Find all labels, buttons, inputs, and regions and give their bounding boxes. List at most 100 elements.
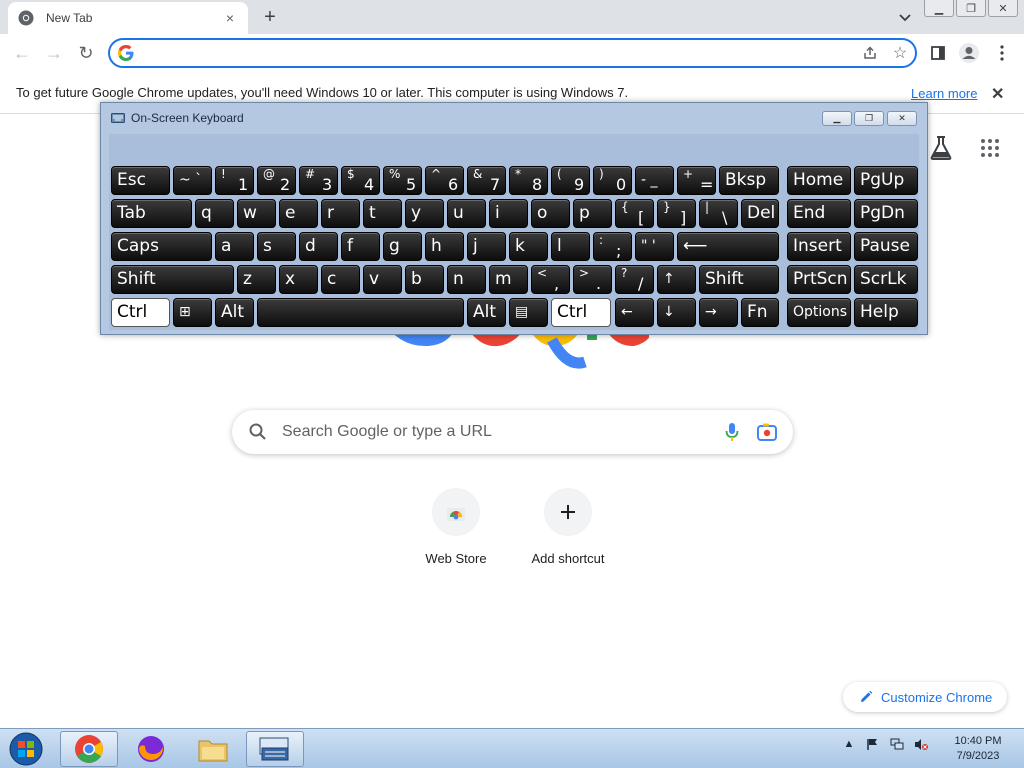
taskbar-firefox[interactable]	[122, 731, 180, 767]
key-7[interactable]: & 7	[467, 166, 506, 195]
key-backspace[interactable]: Bksp	[719, 166, 779, 195]
key-l[interactable]: l	[551, 232, 590, 261]
key-q[interactable]: q	[195, 199, 234, 228]
key-s[interactable]: s	[257, 232, 296, 261]
customize-chrome-button[interactable]: Customize Chrome	[843, 682, 1007, 712]
key-e[interactable]: e	[279, 199, 318, 228]
close-tab-icon[interactable]: ×	[222, 10, 238, 26]
key-1[interactable]: ! 1	[215, 166, 254, 195]
taskbar-on-screen-keyboard[interactable]	[246, 731, 304, 767]
key-quote[interactable]: " '	[635, 232, 674, 261]
chevron-down-icon[interactable]	[896, 8, 914, 26]
labs-flask-icon[interactable]	[929, 135, 953, 161]
key-2[interactable]: @2	[257, 166, 296, 195]
key-tilde[interactable]: ~ `	[173, 166, 212, 195]
omnibox[interactable]: ☆	[108, 38, 917, 68]
key-m[interactable]: m	[489, 265, 528, 294]
minimize-window-button[interactable]: ▁	[924, 0, 954, 17]
key-windows[interactable]: ⊞	[173, 298, 212, 327]
key-backslash[interactable]: | \	[699, 199, 738, 228]
key-0[interactable]: ) 0	[593, 166, 632, 195]
key-c[interactable]: c	[321, 265, 360, 294]
key-pgup[interactable]: PgUp	[854, 166, 918, 195]
back-arrow-icon[interactable]: ←	[11, 42, 33, 64]
key-equal[interactable]: + =	[677, 166, 716, 195]
key-home[interactable]: Home	[787, 166, 851, 195]
share-icon[interactable]	[855, 40, 885, 66]
lens-camera-icon[interactable]	[757, 423, 777, 441]
bookmark-star-icon[interactable]: ☆	[885, 40, 915, 66]
ntp-search-box[interactable]	[232, 410, 793, 454]
taskbar-clock[interactable]: 10:40 PM 7/9/2023	[938, 734, 1018, 764]
kebab-menu-icon[interactable]	[991, 42, 1013, 64]
key-left-bracket[interactable]: {[	[615, 199, 654, 228]
taskbar-chrome[interactable]	[60, 731, 118, 767]
key-menu[interactable]: ▤	[509, 298, 548, 327]
key-j[interactable]: j	[467, 232, 506, 261]
key-z[interactable]: z	[237, 265, 276, 294]
osk-restore-button[interactable]: ❐	[854, 111, 884, 126]
key-p[interactable]: p	[573, 199, 612, 228]
key-del[interactable]: Del	[741, 199, 779, 228]
forward-arrow-icon[interactable]: →	[43, 42, 65, 64]
key-3[interactable]: #3	[299, 166, 338, 195]
key-6[interactable]: ^ 6	[425, 166, 464, 195]
key-a[interactable]: a	[215, 232, 254, 261]
key-d[interactable]: d	[299, 232, 338, 261]
tab-new-tab[interactable]: New Tab ×	[8, 2, 248, 34]
close-icon[interactable]: ✕	[991, 84, 1004, 104]
osk-close-button[interactable]: ✕	[887, 111, 917, 126]
key-x[interactable]: x	[279, 265, 318, 294]
key-v[interactable]: v	[363, 265, 402, 294]
key-pause[interactable]: Pause	[854, 232, 918, 261]
key-down-arrow[interactable]: ↓	[657, 298, 696, 327]
key-left-arrow[interactable]: ←	[615, 298, 654, 327]
key-n[interactable]: n	[447, 265, 486, 294]
learn-more-link[interactable]: Learn more	[911, 86, 977, 101]
reload-icon[interactable]: ↻	[75, 42, 97, 64]
key-alt-right[interactable]: Alt	[467, 298, 506, 327]
key-up-arrow[interactable]: ↑	[657, 265, 696, 294]
taskbar-file-explorer[interactable]	[184, 731, 242, 767]
key-9[interactable]: (9	[551, 166, 590, 195]
key-i[interactable]: i	[489, 199, 528, 228]
action-center-flag-icon[interactable]	[866, 737, 880, 751]
key-pgdn[interactable]: PgDn	[854, 199, 918, 228]
google-apps-icon[interactable]	[981, 139, 999, 157]
show-hidden-icons-icon[interactable]: ▲	[842, 737, 856, 751]
profile-avatar-icon[interactable]	[958, 42, 980, 64]
close-window-button[interactable]: ✕	[988, 0, 1018, 17]
osk-minimize-button[interactable]: ▁	[822, 111, 852, 126]
key-k[interactable]: k	[509, 232, 548, 261]
key-b[interactable]: b	[405, 265, 444, 294]
key-esc[interactable]: Esc	[111, 166, 170, 195]
key-alt-left[interactable]: Alt	[215, 298, 254, 327]
key-minus[interactable]: - _	[635, 166, 674, 195]
key-caps[interactable]: Caps	[111, 232, 212, 261]
key-shift-right[interactable]: Shift	[699, 265, 779, 294]
key-t[interactable]: t	[363, 199, 402, 228]
key-shift-left[interactable]: Shift	[111, 265, 234, 294]
key-right-arrow[interactable]: →	[699, 298, 738, 327]
network-icon[interactable]	[890, 737, 904, 751]
key-semicolon[interactable]: :;	[593, 232, 632, 261]
key-g[interactable]: g	[383, 232, 422, 261]
key-insert[interactable]: Insert	[787, 232, 851, 261]
key-5[interactable]: % 5	[383, 166, 422, 195]
shortcut-add[interactable]: Add shortcut	[512, 488, 624, 566]
key-ctrl-right[interactable]: Ctrl	[551, 298, 611, 327]
key-help[interactable]: Help	[854, 298, 918, 327]
ntp-search-input[interactable]	[282, 423, 725, 441]
key-prtscn[interactable]: PrtScn	[787, 265, 851, 294]
key-ctrl-left[interactable]: Ctrl	[111, 298, 170, 327]
new-tab-button[interactable]: +	[258, 5, 282, 29]
key-u[interactable]: u	[447, 199, 486, 228]
volume-muted-icon[interactable]	[914, 737, 928, 751]
key-end[interactable]: End	[787, 199, 851, 228]
start-orb-icon[interactable]	[6, 731, 46, 767]
key-options[interactable]: Options	[787, 298, 851, 327]
side-panel-icon[interactable]	[927, 42, 949, 64]
key-enter[interactable]: ⟵	[677, 232, 779, 261]
key-tab[interactable]: Tab	[111, 199, 192, 228]
key-o[interactable]: o	[531, 199, 570, 228]
